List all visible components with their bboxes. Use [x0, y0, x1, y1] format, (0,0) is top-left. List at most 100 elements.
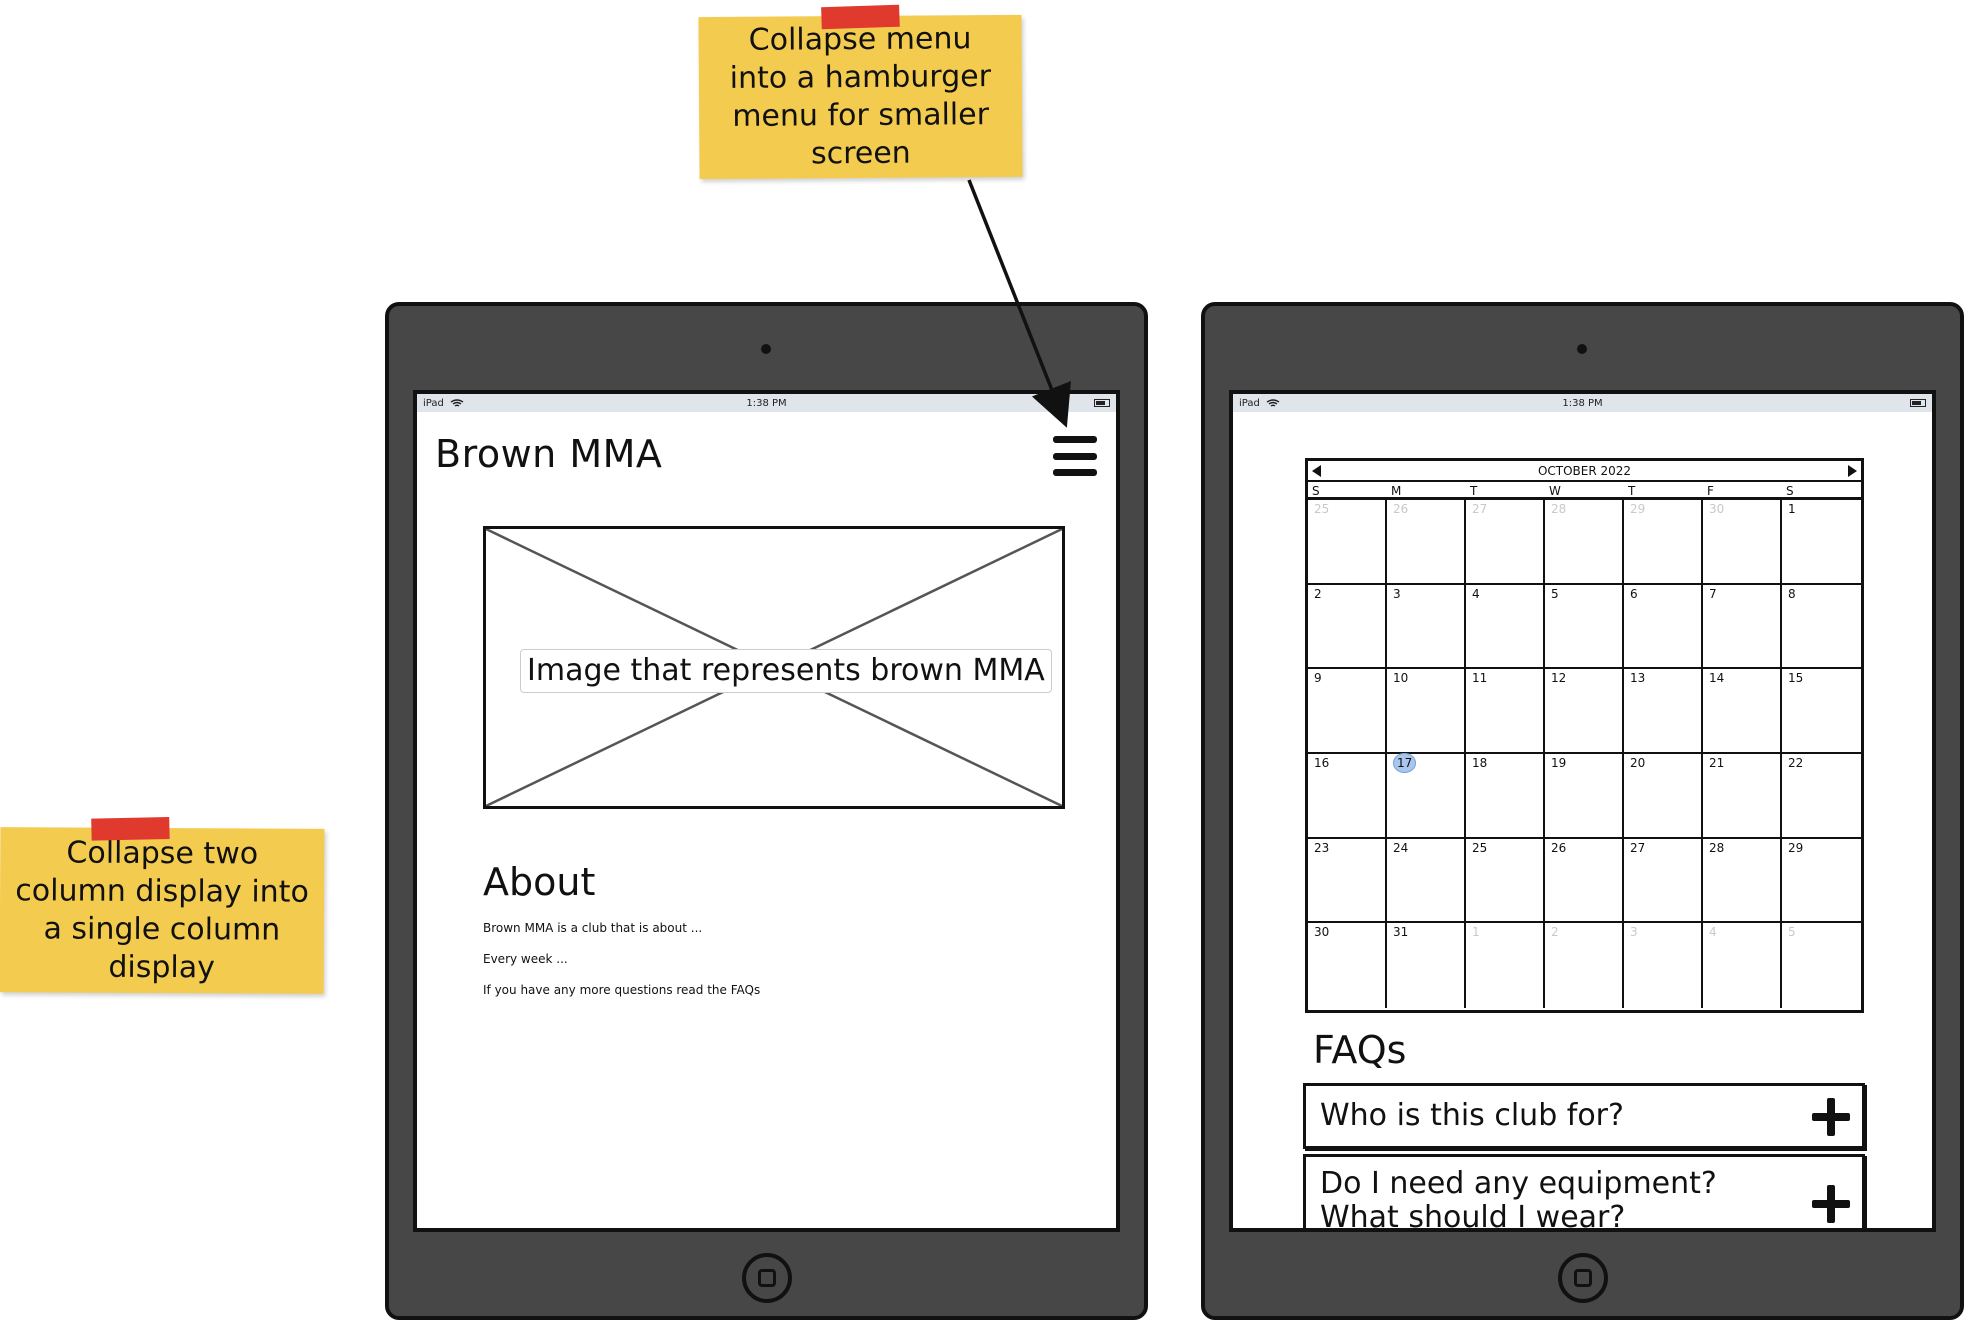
day-number: 23: [1314, 840, 1330, 855]
hero-image-placeholder: Image that represents brown MMA: [483, 526, 1065, 809]
camera-icon: [761, 344, 771, 354]
day-number: 13: [1630, 671, 1646, 686]
weekday-label: T: [1470, 484, 1478, 498]
weekday-label: M: [1391, 484, 1402, 498]
calendar-day[interactable]: 24: [1387, 838, 1466, 924]
day-number: 24: [1393, 840, 1409, 855]
status-time: 1:38 PM: [1562, 397, 1603, 409]
calendar-day[interactable]: 15: [1782, 669, 1861, 754]
note-text: Collapse menu into a hamburger menu for …: [729, 21, 992, 172]
day-number: 27: [1472, 502, 1488, 516]
calendar-day[interactable]: 26: [1387, 500, 1466, 585]
wifi-icon: [450, 398, 464, 407]
day-number: 26: [1393, 502, 1409, 516]
faq-item[interactable]: Who is this club for?: [1303, 1083, 1865, 1149]
about-heading: About: [483, 860, 596, 904]
day-number: 28: [1709, 840, 1725, 855]
day-number: 14: [1709, 671, 1725, 686]
calendar-day[interactable]: 12: [1545, 669, 1624, 754]
calendar-day[interactable]: 3: [1624, 923, 1703, 1008]
calendar-day[interactable]: 16: [1308, 753, 1387, 839]
about-paragraph: Brown MMA is a club that is about ...: [483, 921, 703, 935]
day-number: 2: [1314, 586, 1322, 601]
calendar-day[interactable]: 26: [1545, 838, 1624, 924]
calendar-day[interactable]: 30: [1308, 923, 1387, 1008]
day-number: 31: [1393, 925, 1409, 940]
day-number: 17: [1393, 752, 1417, 773]
day-number: 16: [1314, 755, 1330, 770]
expand-plus-icon[interactable]: [1812, 1098, 1850, 1136]
calendar: OCTOBER 2022 SMTWTFS 25 26 27 28 29 30 1 2 3 4 5 6 7…: [1305, 458, 1864, 1013]
hero-image-label: Image that represents brown MMA: [520, 649, 1052, 693]
expand-plus-icon[interactable]: [1812, 1185, 1850, 1223]
about-paragraph: Every week ...: [483, 952, 568, 966]
prev-month-icon[interactable]: [1312, 464, 1321, 477]
day-number: 5: [1551, 586, 1559, 601]
tape: [90, 817, 170, 841]
day-number: 3: [1393, 586, 1401, 601]
hamburger-menu-icon[interactable]: [1053, 436, 1097, 476]
status-bar: iPad 1:38 PM: [417, 394, 1116, 412]
calendar-day[interactable]: 1: [1782, 500, 1861, 585]
day-number: 3: [1630, 925, 1638, 940]
home-button-icon[interactable]: [742, 1253, 792, 1303]
calendar-day[interactable]: 4: [1703, 923, 1782, 1008]
calendar-day[interactable]: 29: [1624, 500, 1703, 585]
faq-item[interactable]: Do I need any equipment? What should I w…: [1303, 1154, 1865, 1232]
ipad-screen-calendar: iPad 1:38 PM OCTOBER 2022 SMTWTFS 25 26 27…: [1229, 390, 1936, 1232]
calendar-grid: 25 26 27 28 29 30 1 2 3 4 5 6 7 8 9 10 11 12 13 14 15 16 17 18 1…: [1308, 500, 1861, 1008]
calendar-day[interactable]: 2: [1545, 923, 1624, 1008]
day-number: 5: [1788, 925, 1796, 940]
home-button-icon[interactable]: [1558, 1253, 1608, 1303]
calendar-day[interactable]: 28: [1545, 500, 1624, 585]
calendar-day[interactable]: 4: [1466, 584, 1545, 670]
ipad-frame-calendar: iPad 1:38 PM OCTOBER 2022 SMTWTFS 25 26 27…: [1201, 302, 1964, 1320]
calendar-day[interactable]: 19: [1545, 753, 1624, 839]
weekday-label: T: [1628, 484, 1636, 498]
note-text: Collapse two column display into a singl…: [15, 834, 309, 985]
calendar-day[interactable]: 23: [1308, 838, 1387, 924]
sticky-note-columns: Collapse two column display into a singl…: [0, 817, 325, 994]
day-number: 20: [1630, 755, 1646, 770]
calendar-day[interactable]: 30: [1703, 500, 1782, 585]
sticky-note-menu: Collapse menu into a hamburger menu for …: [698, 4, 1023, 180]
status-bar: iPad 1:38 PM: [1233, 394, 1932, 412]
calendar-day[interactable]: 10: [1387, 669, 1466, 754]
calendar-day[interactable]: 18: [1466, 753, 1545, 839]
calendar-day[interactable]: 13: [1624, 669, 1703, 754]
about-paragraph: If you have any more questions read the …: [483, 983, 761, 997]
day-number: 25: [1472, 840, 1488, 855]
faq-question: Do I need any equipment? What should I w…: [1320, 1166, 1717, 1232]
calendar-day[interactable]: 3: [1387, 584, 1466, 670]
battery-icon: [1910, 399, 1926, 407]
day-number: 21: [1709, 755, 1725, 770]
calendar-day[interactable]: 28: [1703, 838, 1782, 924]
calendar-day[interactable]: 9: [1308, 669, 1387, 754]
calendar-day[interactable]: 5: [1545, 584, 1624, 670]
calendar-day[interactable]: 27: [1466, 500, 1545, 585]
calendar-day[interactable]: 25: [1466, 838, 1545, 924]
calendar-day[interactable]: 21: [1703, 753, 1782, 839]
calendar-day[interactable]: 11: [1466, 669, 1545, 754]
calendar-day[interactable]: 14: [1703, 669, 1782, 754]
calendar-day[interactable]: 31: [1387, 923, 1466, 1008]
next-month-icon[interactable]: [1847, 464, 1857, 477]
calendar-day[interactable]: 20: [1624, 753, 1703, 839]
calendar-day[interactable]: 5: [1782, 923, 1861, 1008]
calendar-day[interactable]: 29: [1782, 839, 1861, 924]
status-time: 1:38 PM: [746, 397, 787, 409]
day-number: 27: [1630, 840, 1646, 855]
day-number: 11: [1472, 671, 1488, 686]
calendar-day[interactable]: 2: [1308, 584, 1387, 670]
calendar-day-today[interactable]: 17: [1387, 752, 1466, 839]
calendar-day[interactable]: 1: [1466, 923, 1545, 1008]
calendar-day[interactable]: 7: [1703, 584, 1782, 670]
calendar-day[interactable]: 27: [1624, 838, 1703, 924]
calendar-day[interactable]: 6: [1624, 584, 1703, 670]
calendar-day[interactable]: 22: [1782, 754, 1861, 839]
calendar-day[interactable]: 25: [1308, 500, 1387, 585]
site-title[interactable]: Brown MMA: [435, 432, 662, 476]
day-number: 1: [1788, 502, 1796, 516]
weekday-label: S: [1312, 484, 1320, 498]
calendar-day[interactable]: 8: [1782, 585, 1861, 670]
